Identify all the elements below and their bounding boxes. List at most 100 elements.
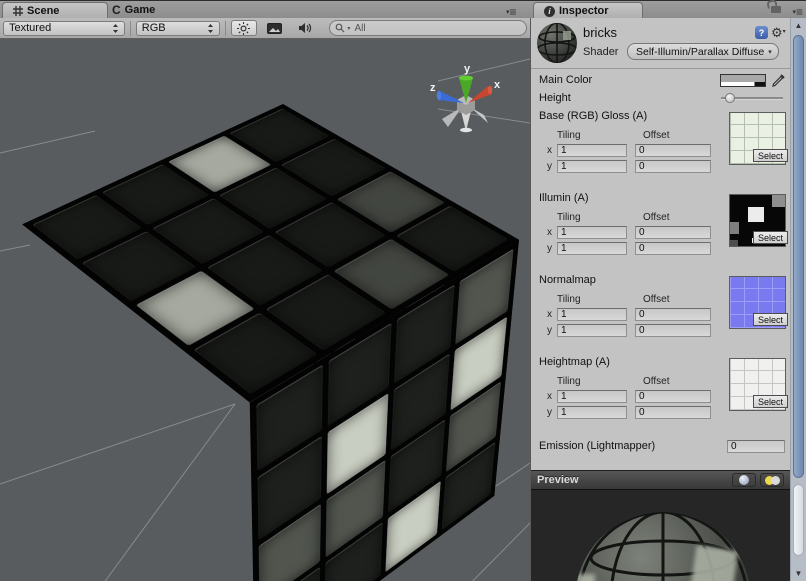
search-icon	[335, 23, 345, 33]
texture-section-label: Illumin (A)	[539, 192, 589, 204]
sphere-icon	[739, 475, 749, 485]
tab-game[interactable]: C Game	[102, 2, 178, 18]
tiling-y-input[interactable]	[557, 324, 627, 337]
slider-knob[interactable]	[725, 93, 735, 103]
search-filter-caret[interactable]: ▾	[347, 25, 350, 32]
gizmo-z-cone[interactable]	[438, 91, 464, 103]
scene-viewport[interactable]: y x z	[0, 39, 530, 581]
tab-game-label: Game	[125, 4, 156, 16]
height-label: Height	[539, 92, 571, 104]
height-slider[interactable]	[721, 92, 783, 104]
material-name: bricks	[583, 25, 617, 40]
y-axis-label: y	[547, 243, 557, 254]
tiling-x-input[interactable]	[557, 226, 627, 239]
y-axis-label: y	[547, 161, 557, 172]
offset-y-input[interactable]	[635, 406, 711, 419]
preview-mesh-button[interactable]	[732, 473, 756, 487]
tiling-x-input[interactable]	[557, 308, 627, 321]
orientation-gizmo[interactable]: y x z	[428, 61, 504, 143]
tiling-y-input[interactable]	[557, 242, 627, 255]
speaker-icon	[298, 22, 312, 34]
tiling-x-input[interactable]	[557, 144, 627, 157]
tiling-y-input[interactable]	[557, 406, 627, 419]
audio-toggle-button[interactable]	[292, 20, 318, 36]
preview-title: Preview	[537, 474, 579, 486]
texture-select-button[interactable]: Select	[753, 395, 788, 408]
scene-toolbar: Textured RGB	[0, 18, 530, 39]
inspector-scrollbar[interactable]: ▲ ▼	[790, 18, 806, 581]
tiling-header: Tiling	[557, 376, 643, 387]
scroll-down-arrow[interactable]: ▼	[791, 569, 806, 578]
tab-scene[interactable]: Scene	[2, 2, 108, 19]
scene-panel: Textured RGB	[0, 18, 530, 581]
scrollbar-thumb[interactable]	[793, 35, 804, 478]
texture-sections: Base (RGB) Gloss (A) Tiling Offset x y S…	[531, 110, 790, 438]
search-input[interactable]	[352, 22, 521, 35]
texture-select-button[interactable]: Select	[753, 231, 788, 244]
tiling-offset-fields: Tiling Offset x y	[547, 294, 711, 337]
x-axis-label: x	[547, 391, 557, 402]
main-color-label: Main Color	[539, 74, 592, 86]
tiling-y-input[interactable]	[557, 160, 627, 173]
eyedropper-icon[interactable]	[772, 74, 785, 87]
lighting-toggle-button[interactable]	[231, 20, 257, 36]
texture-section: Illumin (A) Tiling Offset x y Select	[531, 192, 790, 274]
offset-y-input[interactable]	[635, 160, 711, 173]
toolbar-separator	[225, 21, 226, 36]
preview-sphere	[575, 512, 751, 581]
gear-icon[interactable]: ⚙	[771, 26, 784, 39]
inspector-panel-menu-icon[interactable]: ▾≡	[792, 5, 802, 19]
shader-label: Shader	[583, 46, 618, 58]
offset-y-input[interactable]	[635, 242, 711, 255]
main-color-swatch[interactable]	[720, 74, 766, 87]
x-axis-label: x	[547, 145, 557, 156]
gizmo-z-label: z	[430, 82, 436, 94]
y-axis-label: y	[547, 407, 557, 418]
sun-icon	[237, 22, 250, 35]
scene-panel-menu-icon[interactable]: ▾≡	[506, 5, 516, 19]
scroll-up-arrow[interactable]: ▲	[791, 21, 806, 30]
scene-search-field[interactable]: ▾	[329, 20, 527, 36]
offset-x-input[interactable]	[635, 144, 711, 157]
texture-thumbnail[interactable]: Select	[729, 276, 786, 329]
emission-input[interactable]	[727, 440, 785, 453]
offset-x-input[interactable]	[635, 308, 711, 321]
tiling-header: Tiling	[557, 212, 643, 223]
unity-editor-window: Scene C Game ▾≡ i Inspector ▾≡ Textured	[0, 0, 806, 581]
render-mode-value: Textured	[9, 22, 112, 34]
tiling-offset-fields: Tiling Offset x y	[547, 130, 711, 173]
render-mode-dropdown[interactable]: Textured	[3, 21, 125, 36]
texture-thumbnail[interactable]: Select	[729, 358, 786, 411]
gizmo-z-cap	[437, 91, 441, 100]
channels-dropdown[interactable]: RGB	[136, 21, 220, 36]
offset-x-input[interactable]	[635, 226, 711, 239]
game-icon: C	[112, 5, 121, 15]
preview-lighting-button[interactable]	[760, 473, 784, 487]
sphere-light-patch	[690, 545, 738, 581]
y-axis-label: y	[547, 325, 557, 336]
texture-section: Normalmap Tiling Offset x y Select	[531, 274, 790, 356]
tiling-offset-fields: Tiling Offset x y	[547, 376, 711, 419]
preview-area[interactable]	[531, 490, 790, 581]
scene-grid-icon	[13, 6, 23, 16]
inspector-panel: bricks Shader Self-Illumin/Parallax Diff…	[530, 18, 806, 581]
offset-x-input[interactable]	[635, 390, 711, 403]
texture-select-button[interactable]: Select	[753, 149, 788, 162]
tab-inspector[interactable]: i Inspector	[533, 2, 643, 19]
offset-y-input[interactable]	[635, 324, 711, 337]
skybox-toggle-button[interactable]	[262, 20, 288, 36]
preview-header[interactable]: Preview	[531, 470, 790, 490]
tiling-header: Tiling	[557, 294, 643, 305]
help-icon[interactable]: ?	[755, 26, 768, 39]
lock-icon[interactable]	[771, 6, 781, 13]
tiling-x-input[interactable]	[557, 390, 627, 403]
gizmo-x-label: x	[494, 79, 501, 91]
shader-value: Self-Illumin/Parallax Diffuse	[636, 46, 764, 58]
texture-select-button[interactable]: Select	[753, 313, 788, 326]
texture-thumbnail[interactable]: Select	[729, 194, 786, 247]
texture-thumbnail[interactable]: Select	[729, 112, 786, 165]
scrollbar-thumb-lower[interactable]	[793, 484, 804, 556]
textured-cube[interactable]	[127, 167, 393, 569]
tab-strip: Scene C Game ▾≡ i Inspector ▾≡	[0, 0, 806, 18]
shader-dropdown[interactable]: Self-Illumin/Parallax Diffuse ▾	[627, 43, 779, 60]
